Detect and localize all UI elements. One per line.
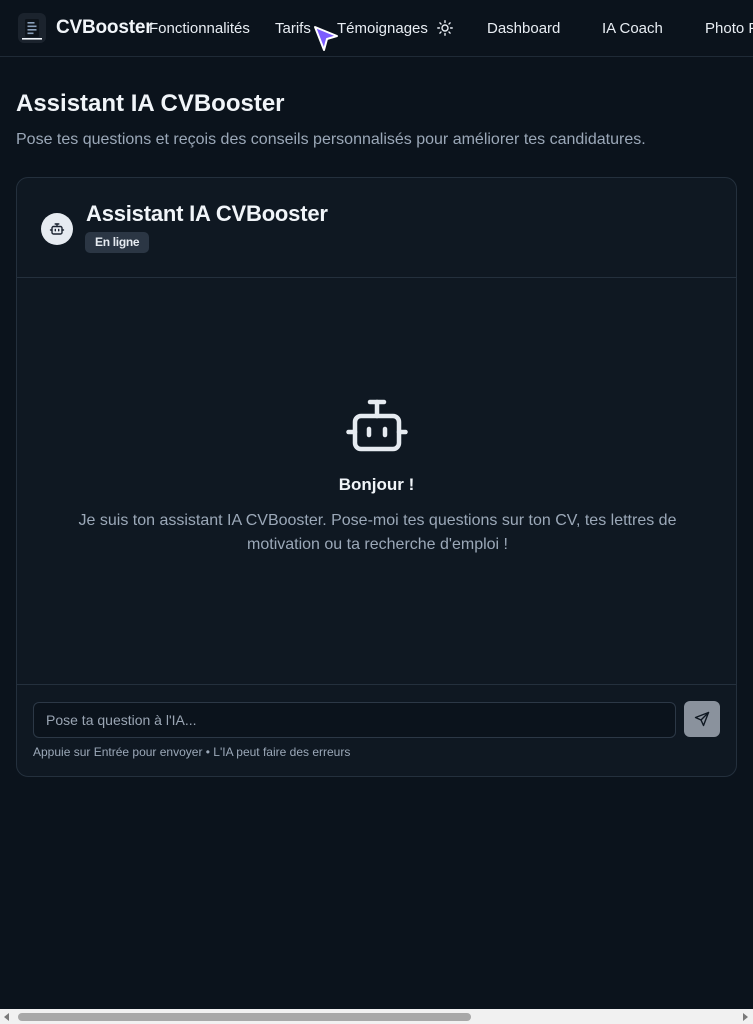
intro-message: Je suis ton assistant IA CVBooster. Pose… <box>78 512 677 553</box>
send-icon <box>694 711 710 727</box>
scrollbar-thumb[interactable] <box>18 1013 471 1021</box>
nav-link-ia-coach[interactable]: IA Coach <box>602 20 663 37</box>
chat-header: Assistant IA CVBooster En ligne <box>17 178 736 278</box>
status-badge: En ligne <box>85 232 150 253</box>
chat-messages-area: Bonjour ! Je suis ton assistant IA CVBoo… <box>17 278 736 684</box>
document-icon[interactable] <box>18 13 46 43</box>
bot-icon <box>346 399 408 452</box>
page-subtitle: Pose tes questions et reçois des conseil… <box>16 131 646 148</box>
brand-name[interactable]: CVBooster <box>56 17 153 39</box>
top-navigation: CVBooster Fonctionnalités Tarifs Témoign… <box>0 0 753 57</box>
greeting-heading: Bonjour ! <box>338 475 415 494</box>
send-button[interactable] <box>684 701 720 737</box>
chat-card: Assistant IA CVBooster En ligne Bonjour … <box>16 177 737 777</box>
input-hint: Appuie sur Entrée pour envoyer • L'IA pe… <box>33 745 351 759</box>
chat-title: Assistant IA CVBooster <box>86 201 328 226</box>
scroll-right-icon[interactable] <box>743 1013 748 1021</box>
scroll-left-icon[interactable] <box>4 1013 9 1021</box>
sun-icon[interactable] <box>437 20 453 36</box>
bot-icon <box>49 223 65 235</box>
nav-link-photo[interactable]: Photo P <box>705 20 753 37</box>
avatar <box>41 213 73 245</box>
nav-link-temoignages[interactable]: Témoignages <box>337 20 428 37</box>
mouse-cursor-icon <box>314 26 338 51</box>
nav-link-fonctionnalites[interactable]: Fonctionnalités <box>149 20 250 37</box>
page-title: Assistant IA CVBooster <box>16 90 285 117</box>
nav-link-dashboard[interactable]: Dashboard <box>487 20 560 37</box>
chat-input[interactable] <box>33 702 676 738</box>
chat-input-bar: Appuie sur Entrée pour envoyer • L'IA pe… <box>17 684 736 776</box>
nav-link-tarifs[interactable]: Tarifs <box>275 20 311 37</box>
horizontal-scrollbar[interactable] <box>0 1009 753 1024</box>
